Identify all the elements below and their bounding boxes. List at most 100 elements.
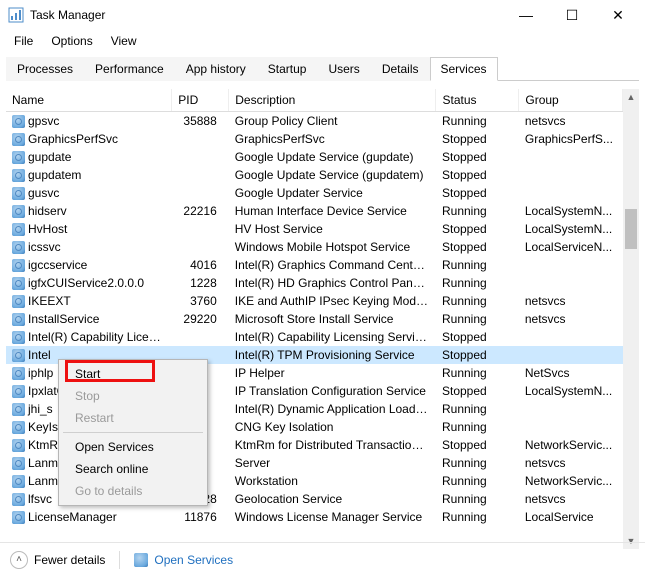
col-name[interactable]: Name [6, 89, 172, 112]
table-row[interactable]: GraphicsPerfSvcGraphicsPerfSvcStoppedGra… [6, 130, 623, 148]
tab-services[interactable]: Services [430, 57, 498, 81]
scroll-up-arrow[interactable]: ▲ [623, 89, 639, 105]
tab-performance[interactable]: Performance [84, 57, 175, 81]
cell-group: NetworkServic... [519, 472, 623, 490]
cell-description: Microsoft Store Install Service [229, 310, 436, 328]
cell-description: IP Translation Configuration Service [229, 382, 436, 400]
gear-icon [12, 331, 25, 344]
gear-icon [12, 367, 25, 380]
menu-item-search-online[interactable]: Search online [61, 458, 205, 480]
gear-icon [12, 439, 25, 452]
table-row[interactable]: LicenseManager11876Windows License Manag… [6, 508, 623, 526]
cell-status: Running [436, 400, 519, 418]
table-row[interactable]: igfxCUIService2.0.0.01228Intel(R) HD Gra… [6, 274, 623, 292]
menu-item-start[interactable]: Start [61, 363, 205, 385]
minimize-button[interactable]: — [503, 0, 549, 30]
menu-item-open-services[interactable]: Open Services [61, 436, 205, 458]
menu-file[interactable]: File [6, 32, 41, 50]
scroll-thumb[interactable] [625, 209, 637, 249]
menu-bar: File Options View [0, 30, 645, 52]
service-name: InstallService [28, 312, 99, 326]
col-description[interactable]: Description [229, 89, 436, 112]
fewer-details-button[interactable]: ˄ Fewer details [10, 551, 105, 569]
gear-icon [12, 403, 25, 416]
titlebar: Task Manager — ☐ ✕ [0, 0, 645, 30]
gear-icon [12, 115, 25, 128]
cell-status: Running [436, 310, 519, 328]
cell-pid [172, 166, 229, 184]
cell-name: gusvc [6, 184, 172, 202]
table-row[interactable]: icssvcWindows Mobile Hotspot ServiceStop… [6, 238, 623, 256]
cell-group: NetworkServic... [519, 436, 623, 454]
gear-icon [12, 493, 25, 506]
cell-status: Running [436, 508, 519, 526]
table-row[interactable]: IKEEXT3760IKE and AuthIP IPsec Keying Mo… [6, 292, 623, 310]
open-services-link[interactable]: Open Services [134, 553, 233, 567]
cell-description: IP Helper [229, 364, 436, 382]
menu-options[interactable]: Options [43, 32, 100, 50]
cell-group: netsvcs [519, 112, 623, 131]
table-row[interactable]: HvHostHV Host ServiceStoppedLocalSystemN… [6, 220, 623, 238]
tab-processes[interactable]: Processes [6, 57, 84, 81]
cell-pid [172, 130, 229, 148]
table-row[interactable]: gupdatemGoogle Update Service (gupdatem)… [6, 166, 623, 184]
cell-group: NetSvcs [519, 364, 623, 382]
gear-icon [12, 457, 25, 470]
service-name: gusvc [28, 186, 59, 200]
table-row[interactable]: InstallService29220Microsoft Store Insta… [6, 310, 623, 328]
cell-description: Google Update Service (gupdate) [229, 148, 436, 166]
cell-pid [172, 220, 229, 238]
service-name: jhi_s [28, 402, 53, 416]
table-row[interactable]: gusvcGoogle Updater ServiceStopped [6, 184, 623, 202]
footer-bar: ˄ Fewer details Open Services [0, 542, 645, 576]
cell-pid [172, 184, 229, 202]
gear-icon [12, 475, 25, 488]
col-pid[interactable]: PID [172, 89, 229, 112]
menu-view[interactable]: View [103, 32, 145, 50]
cell-status: Running [436, 472, 519, 490]
gear-icon [12, 187, 25, 200]
tab-startup[interactable]: Startup [257, 57, 318, 81]
table-row[interactable]: hidserv22216Human Interface Device Servi… [6, 202, 623, 220]
cell-description: Intel(R) TPM Provisioning Service [229, 346, 436, 364]
gear-icon [12, 313, 25, 326]
cell-group: netsvcs [519, 454, 623, 472]
cell-group: LocalSystemN... [519, 202, 623, 220]
maximize-button[interactable]: ☐ [549, 0, 595, 30]
cell-name: gupdate [6, 148, 172, 166]
service-name: lfsvc [28, 492, 52, 506]
tab-users[interactable]: Users [317, 57, 370, 81]
table-row[interactable]: Intel(R) Capability Licensin...Intel(R) … [6, 328, 623, 346]
cell-description: Intel(R) Graphics Command Center ... [229, 256, 436, 274]
col-group[interactable]: Group [519, 89, 623, 112]
service-name: gpsvc [28, 114, 59, 128]
cell-status: Running [436, 202, 519, 220]
close-button[interactable]: ✕ [595, 0, 641, 30]
window-title: Task Manager [30, 8, 105, 22]
service-name: icssvc [28, 240, 61, 254]
cell-status: Running [436, 364, 519, 382]
cell-name: gupdatem [6, 166, 172, 184]
table-row[interactable]: gupdate Google Update Service (gupdate)St… [6, 148, 623, 166]
cell-status: Stopped [436, 148, 519, 166]
cell-status: Stopped [436, 346, 519, 364]
cell-name: InstallService [6, 310, 172, 328]
cell-pid: 22216 [172, 202, 229, 220]
gear-icon [12, 133, 25, 146]
tab-details[interactable]: Details [371, 57, 430, 81]
cell-pid: 1228 [172, 274, 229, 292]
table-row[interactable]: gpsvc35888Group Policy ClientRunningnets… [6, 112, 623, 131]
vertical-scrollbar[interactable]: ▲ ▼ [623, 89, 639, 549]
tab-app-history[interactable]: App history [175, 57, 257, 81]
window-controls: — ☐ ✕ [503, 0, 641, 30]
table-row[interactable]: igccservice4016Intel(R) Graphics Command… [6, 256, 623, 274]
cell-description: Human Interface Device Service [229, 202, 436, 220]
cell-description: GraphicsPerfSvc [229, 130, 436, 148]
cell-name: hidserv [6, 202, 172, 220]
cell-name: igfxCUIService2.0.0.0 [6, 274, 172, 292]
chevron-up-icon: ˄ [10, 551, 28, 569]
cell-status: Running [436, 490, 519, 508]
col-status[interactable]: Status [436, 89, 519, 112]
service-name: gupdate [28, 150, 71, 164]
cell-group [519, 148, 623, 166]
